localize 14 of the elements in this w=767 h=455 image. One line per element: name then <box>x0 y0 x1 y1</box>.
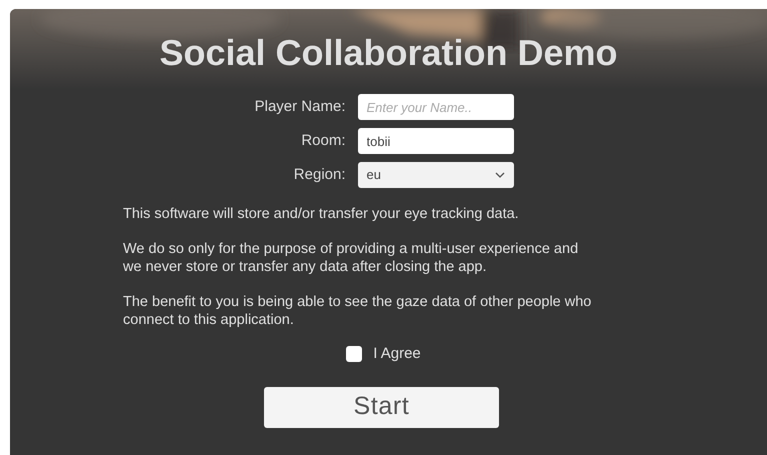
agree-checkbox[interactable] <box>346 346 362 362</box>
notice-paragraph: The benefit to you is being able to see the gaze data of other people who connect to this application. <box>123 293 592 329</box>
region-dropdown[interactable]: eu <box>358 162 514 188</box>
notice-paragraph: We do so only for the purpose of providing a multi-user experience and we never store or transfer any data after closing the app. <box>123 240 580 276</box>
notice-paragraph: This software will store and/or transfer your eye tracking data. <box>123 205 520 223</box>
start-button[interactable]: Start <box>264 386 499 428</box>
field-label: Region: <box>292 164 346 185</box>
chevron-down-icon <box>494 172 504 178</box>
field-label: Room: <box>300 130 346 151</box>
agree-label: I Agree <box>373 344 421 364</box>
app-title: Social Collaboration Demo <box>159 33 618 73</box>
input-field[interactable]: Enter your Name.. <box>358 94 514 120</box>
field-label: Player Name: <box>254 96 346 117</box>
input-field[interactable]: tobii <box>358 128 514 154</box>
